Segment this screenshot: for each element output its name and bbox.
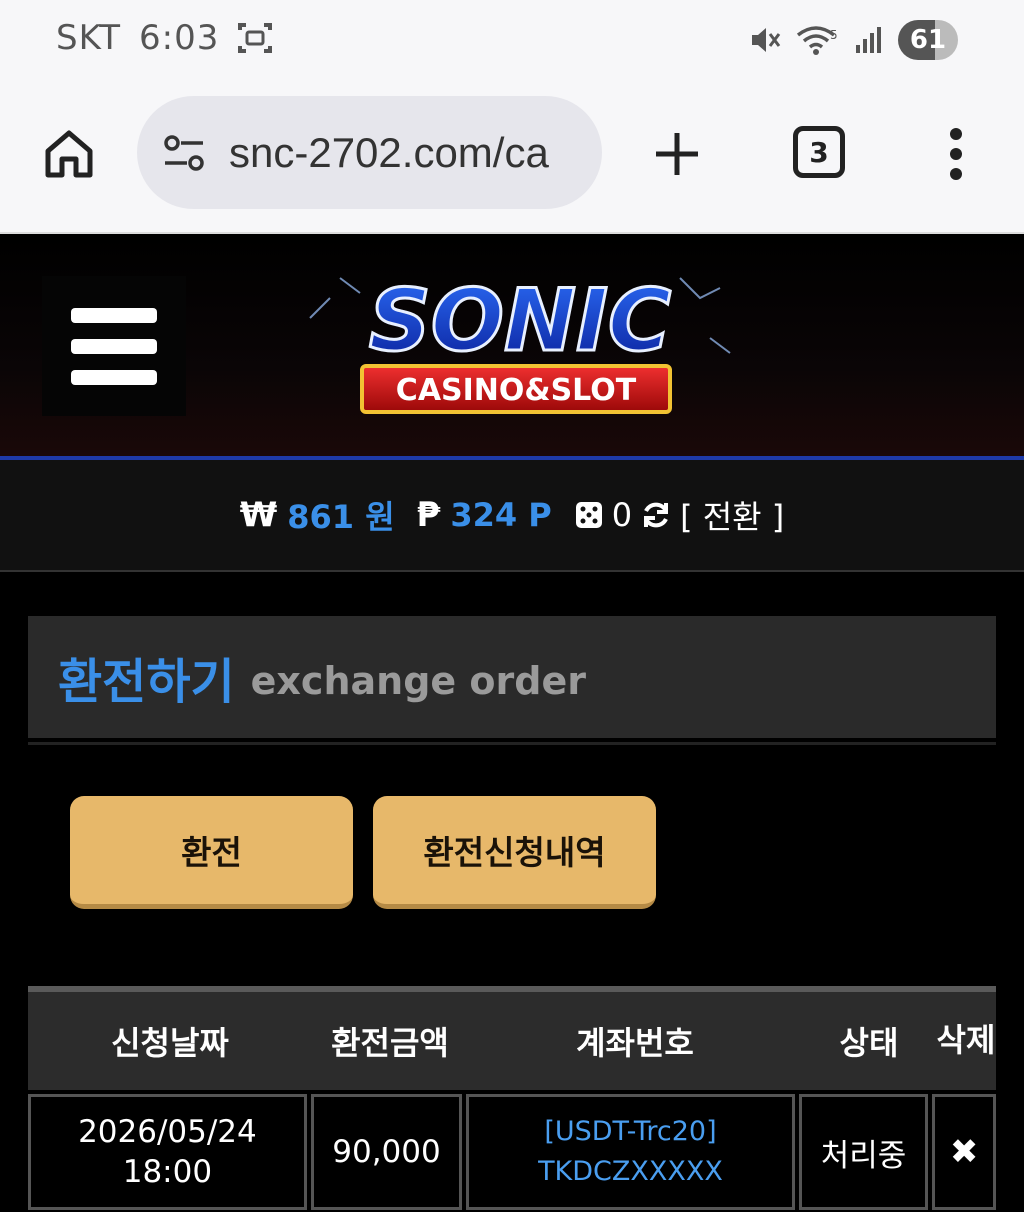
account-type: [USDT-Trc20] xyxy=(544,1115,717,1147)
status-right: 5 61 xyxy=(748,20,958,60)
sonic-casino-logo[interactable]: SONIC CASINO&SLOT xyxy=(300,258,740,428)
site-header: SONIC CASINO&SLOT xyxy=(0,236,1024,456)
logo-sub-text: CASINO&SLOT xyxy=(396,373,637,408)
dice-count: 0 xyxy=(611,496,633,534)
signal-icon xyxy=(856,27,881,53)
won-balance: ₩ 861 원 xyxy=(240,492,395,538)
home-icon[interactable] xyxy=(42,127,96,181)
url-text: snc-2702.com/ca xyxy=(229,128,549,176)
dice-balance: 0 [ 전환 ] xyxy=(574,492,784,538)
exchange-table: 신청날짜 환전금액 계좌번호 상태 삭제 2026/05/24 18:00 90… xyxy=(28,986,996,1210)
mute-icon xyxy=(752,28,781,52)
new-tab-icon[interactable] xyxy=(650,127,704,181)
tab-switcher-button[interactable]: 3 xyxy=(793,126,845,178)
point-icon: ₱ xyxy=(416,495,441,535)
clock: 6:03 xyxy=(139,18,220,58)
menu-icon[interactable] xyxy=(42,276,186,416)
cell-amount: 90,000 xyxy=(310,1094,463,1210)
screenshot-icon xyxy=(238,23,273,53)
page-title: 환전하기 xyxy=(58,654,235,710)
cell-account: [USDT-Trc20] TKDCZXXXXX xyxy=(466,1094,795,1210)
account-number: TKDCZXXXXX xyxy=(538,1156,723,1187)
cell-status: 처리중 xyxy=(798,1094,929,1210)
header-account: 계좌번호 xyxy=(576,1024,694,1062)
cell-delete: ✖ xyxy=(932,1094,996,1210)
time-line: 18:00 xyxy=(122,1154,213,1190)
page-title-box: 환전하기 exchange order xyxy=(28,616,996,738)
won-value: 861 원 xyxy=(287,498,395,536)
exchange-button[interactable]: 환전 xyxy=(70,796,353,909)
convert-link[interactable]: [ 전환 ] xyxy=(680,492,784,538)
site-settings-icon[interactable] xyxy=(161,133,207,173)
dice-icon xyxy=(575,502,602,528)
status-bar: SKT 6:03 5 61 xyxy=(0,0,1024,82)
browser-toolbar: snc-2702.com/ca 3 xyxy=(0,82,1024,234)
table-header: 신청날짜 환전금액 계좌번호 상태 삭제 xyxy=(28,986,996,1090)
wifi-icon: 5 xyxy=(796,26,838,55)
more-menu-icon[interactable] xyxy=(944,126,968,182)
title-divider xyxy=(28,742,996,745)
svg-text:5: 5 xyxy=(830,28,838,42)
header-delete: 삭제 xyxy=(936,1021,996,1060)
carrier-label: SKT xyxy=(56,18,122,58)
delete-icon[interactable]: ✖ xyxy=(950,1132,979,1172)
cell-date: 2026/05/24 18:00 xyxy=(28,1094,307,1210)
point-balance: ₱ 324 P xyxy=(417,495,552,535)
table-row: 2026/05/24 18:00 90,000 [USDT-Trc20] TKD… xyxy=(28,1094,996,1210)
logo-main-text: SONIC xyxy=(369,271,671,371)
header-status: 상태 xyxy=(839,1024,899,1062)
refresh-icon[interactable] xyxy=(640,499,672,531)
balance-bar: ₩ 861 원 ₱ 324 P 0 [ 전환 ] xyxy=(0,460,1024,572)
point-value: 324 P xyxy=(450,496,552,534)
header-date: 신청날짜 xyxy=(111,1024,229,1062)
won-icon: ₩ xyxy=(239,495,278,535)
exchange-history-button[interactable]: 환전신청내역 xyxy=(373,796,656,909)
date-line: 2026/05/24 xyxy=(78,1113,257,1150)
battery-indicator: 61 xyxy=(898,20,958,60)
status-left: SKT 6:03 xyxy=(56,18,273,58)
page-subtitle: exchange order xyxy=(250,659,586,703)
url-bar[interactable]: snc-2702.com/ca xyxy=(137,96,602,209)
header-amount: 환전금액 xyxy=(331,1024,449,1062)
